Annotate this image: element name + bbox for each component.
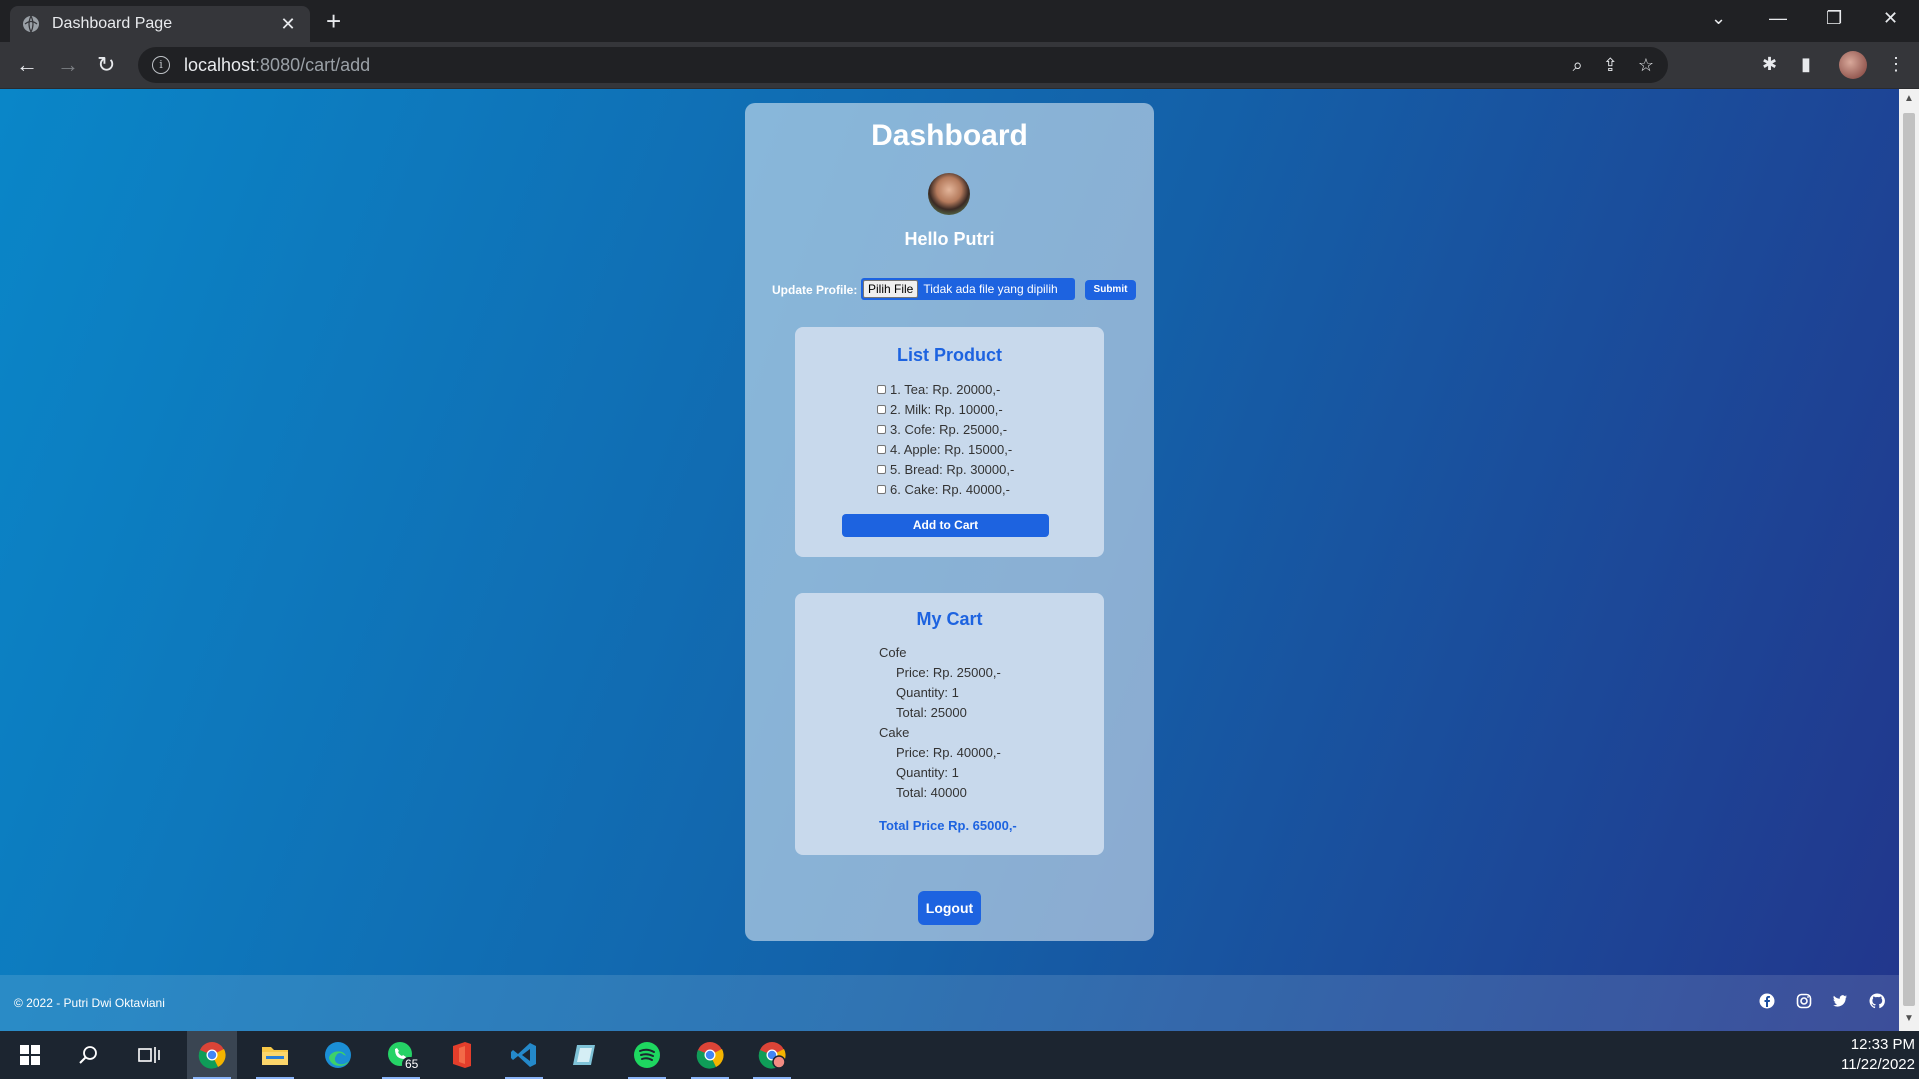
url-host: localhost xyxy=(184,54,256,75)
greeting: Hello Putri xyxy=(904,229,995,249)
cart-item-quantity: Quantity: 1 xyxy=(896,685,959,700)
product-checkbox[interactable] xyxy=(877,464,886,474)
restore-icon[interactable]: ❐ xyxy=(1826,8,1842,29)
product-label: 3. Cofe: Rp. 25000,- xyxy=(890,421,1008,437)
whatsapp-badge: 65 xyxy=(402,1057,422,1071)
facebook-icon[interactable] xyxy=(1759,993,1775,1009)
submit-button[interactable]: Submit xyxy=(1085,280,1136,300)
product-item[interactable]: 6. Cake: Rp. 40000,- xyxy=(877,479,1014,499)
tab-title: Dashboard Page xyxy=(52,15,173,32)
site-info-icon[interactable]: i xyxy=(152,56,170,74)
windows-taskbar: 65 12:33 PM 11/22/2022 xyxy=(0,1031,1919,1079)
profile-file-input[interactable]: Pilih File Tidak ada file yang dipilih xyxy=(861,278,1075,300)
side-panel-icon[interactable]: ▮ xyxy=(1801,54,1811,75)
zoom-icon[interactable]: ⌕ xyxy=(1573,55,1583,76)
edge-icon[interactable] xyxy=(313,1031,363,1079)
chrome-icon[interactable] xyxy=(685,1031,735,1079)
cart-list: Cofe Price: Rp. 25000,- Quantity: 1 Tota… xyxy=(879,643,1001,803)
browser-toolbar: ← → ↻ i localhost:8080/cart/add ⌕ ⇪ ☆ ✱ … xyxy=(0,42,1919,89)
product-label: 5. Bread: Rp. 30000,- xyxy=(890,461,1015,477)
my-cart-title: My Cart xyxy=(916,609,983,629)
page-scrollbar[interactable]: ▲ ▼ xyxy=(1899,89,1919,1031)
cart-item-quantity: Quantity: 1 xyxy=(896,765,959,780)
cart-item-total: Total: 25000 xyxy=(896,705,967,720)
notes-app-icon[interactable] xyxy=(560,1031,610,1079)
cart-item-price: Price: Rp. 25000,- xyxy=(896,665,1001,680)
scroll-down-icon[interactable]: ▼ xyxy=(1904,1013,1914,1024)
share-icon[interactable]: ⇪ xyxy=(1603,55,1618,76)
back-icon[interactable]: ← xyxy=(16,52,38,78)
globe-icon xyxy=(23,15,39,33)
product-checkbox[interactable] xyxy=(877,404,886,414)
spotify-icon[interactable] xyxy=(622,1031,672,1079)
vscode-icon[interactable] xyxy=(499,1031,549,1079)
url-path: :8080/cart/add xyxy=(255,54,371,75)
product-item[interactable]: 2. Milk: Rp. 10000,- xyxy=(877,399,1014,419)
cart-item-name: Cake xyxy=(879,725,910,740)
logout-button[interactable]: Logout xyxy=(918,891,981,925)
page-title: Dashboard xyxy=(871,119,1028,152)
search-icon[interactable] xyxy=(64,1031,114,1079)
clock-date: 11/22/2022 xyxy=(1841,1056,1915,1073)
office-icon[interactable] xyxy=(437,1031,487,1079)
file-status-text: Tidak ada file yang dipilih xyxy=(923,282,1058,296)
chrome-profile-icon[interactable] xyxy=(747,1031,797,1079)
browser-tab[interactable]: Dashboard Page ✕ xyxy=(10,6,310,42)
product-checkbox[interactable] xyxy=(877,484,886,494)
product-label: 4. Apple: Rp. 15000,- xyxy=(890,441,1013,457)
product-item[interactable]: 3. Cofe: Rp. 25000,- xyxy=(877,419,1014,439)
extensions-icon[interactable]: ✱ xyxy=(1762,54,1777,75)
update-profile-label: Update Profile: xyxy=(772,283,858,297)
copyright-text: © 2022 - Putri Dwi Oktaviani xyxy=(14,996,165,1010)
bookmark-star-icon[interactable]: ☆ xyxy=(1638,55,1654,76)
cart-total-price: Total Price Rp. 65000,- xyxy=(879,818,1017,833)
avatar xyxy=(928,173,970,215)
product-label: 1. Tea: Rp. 20000,- xyxy=(890,381,1001,397)
forward-icon[interactable]: → xyxy=(57,52,79,78)
dashboard-card: Dashboard Hello Putri Update Profile: Pi… xyxy=(745,103,1154,941)
browser-tabbar: Dashboard Page ✕ + ⌄ — ❐ ✕ xyxy=(0,0,1919,42)
product-checkbox[interactable] xyxy=(877,384,886,394)
product-checkbox[interactable] xyxy=(877,444,886,454)
product-checkbox[interactable] xyxy=(877,424,886,434)
cart-item-name: Cofe xyxy=(879,645,907,660)
profile-avatar-icon[interactable] xyxy=(1839,51,1867,79)
page-footer: © 2022 - Putri Dwi Oktaviani xyxy=(0,975,1899,1031)
my-cart-panel: My Cart Cofe Price: Rp. 25000,- Quantity… xyxy=(795,593,1104,855)
whatsapp-icon[interactable]: 65 xyxy=(376,1031,426,1079)
minimize-icon[interactable]: — xyxy=(1769,8,1787,29)
windows-start-icon[interactable] xyxy=(5,1031,55,1079)
product-list: 1. Tea: Rp. 20000,- 2. Milk: Rp. 10000,-… xyxy=(877,379,1014,499)
address-bar[interactable]: i localhost:8080/cart/add ⌕ ⇪ ☆ xyxy=(138,47,1668,83)
reload-icon[interactable]: ↻ xyxy=(97,52,115,78)
window-close-icon[interactable]: ✕ xyxy=(1883,8,1898,29)
add-to-cart-button[interactable]: Add to Cart xyxy=(842,514,1049,537)
clock-time: 12:33 PM xyxy=(1850,1036,1915,1053)
cart-item-price: Price: Rp. 40000,- xyxy=(896,745,1001,760)
menu-icon[interactable]: ⋮ xyxy=(1887,54,1905,75)
list-product-title: List Product xyxy=(896,345,1002,365)
product-label: 2. Milk: Rp. 10000,- xyxy=(890,401,1003,417)
task-view-icon[interactable] xyxy=(124,1031,174,1079)
product-item[interactable]: 1. Tea: Rp. 20000,- xyxy=(877,379,1014,399)
page-viewport: Dashboard Hello Putri Update Profile: Pi… xyxy=(0,89,1899,1031)
cart-item-total: Total: 40000 xyxy=(896,785,967,800)
product-item[interactable]: 4. Apple: Rp. 15000,- xyxy=(877,439,1014,459)
list-product-panel: List Product 1. Tea: Rp. 20000,- 2. Milk… xyxy=(795,327,1104,557)
system-clock[interactable]: 12:33 PM 11/22/2022 xyxy=(1841,1035,1915,1075)
scroll-up-icon[interactable]: ▲ xyxy=(1904,93,1914,104)
close-tab-icon[interactable]: ✕ xyxy=(278,14,298,35)
scrollbar-thumb[interactable] xyxy=(1903,113,1915,1006)
file-explorer-icon[interactable] xyxy=(250,1031,300,1079)
chrome-dev-taskbar-icon[interactable] xyxy=(187,1031,237,1079)
product-item[interactable]: 5. Bread: Rp. 30000,- xyxy=(877,459,1014,479)
instagram-icon[interactable] xyxy=(1796,993,1812,1009)
product-label: 6. Cake: Rp. 40000,- xyxy=(890,481,1010,497)
github-icon[interactable] xyxy=(1869,993,1885,1009)
choose-file-button[interactable]: Pilih File xyxy=(863,280,919,298)
new-tab-icon[interactable]: + xyxy=(326,8,341,34)
twitter-icon[interactable] xyxy=(1832,993,1848,1009)
tab-search-icon[interactable]: ⌄ xyxy=(1711,8,1726,29)
